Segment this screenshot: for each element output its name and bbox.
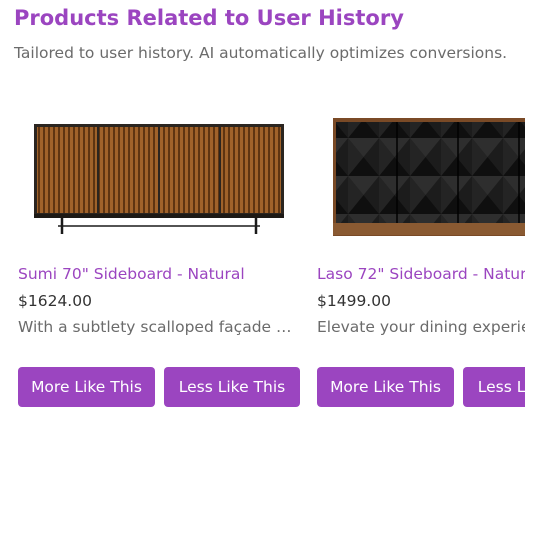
sideboard-image [333,118,525,236]
product-price: $1499.00 [317,292,391,310]
sideboard-image [34,124,284,234]
product-card: Laso 72" Sideboard - Natural $1499.00 El… [317,100,525,420]
page-subtitle: Tailored to user history. AI automatical… [14,44,508,62]
product-card: Sumi 70" Sideboard - Natural $1624.00 Wi… [18,100,308,420]
product-price: $1624.00 [18,292,92,310]
less-like-this-button[interactable]: Less Like This [463,367,525,407]
product-name[interactable]: Laso 72" Sideboard - Natural [317,265,525,283]
product-description: With a subtlety scalloped façade and war… [18,318,293,336]
product-carousel: Sumi 70" Sideboard - Natural $1624.00 Wi… [0,100,525,430]
less-like-this-button[interactable]: Less Like This [164,367,300,407]
more-like-this-button[interactable]: More Like This [317,367,454,407]
product-image[interactable] [18,100,308,250]
more-like-this-button[interactable]: More Like This [18,367,155,407]
product-name[interactable]: Sumi 70" Sideboard - Natural [18,265,245,283]
product-image[interactable] [317,100,525,250]
page-title: Products Related to User History [14,6,404,30]
product-description: Elevate your dining experience with this… [317,318,525,336]
